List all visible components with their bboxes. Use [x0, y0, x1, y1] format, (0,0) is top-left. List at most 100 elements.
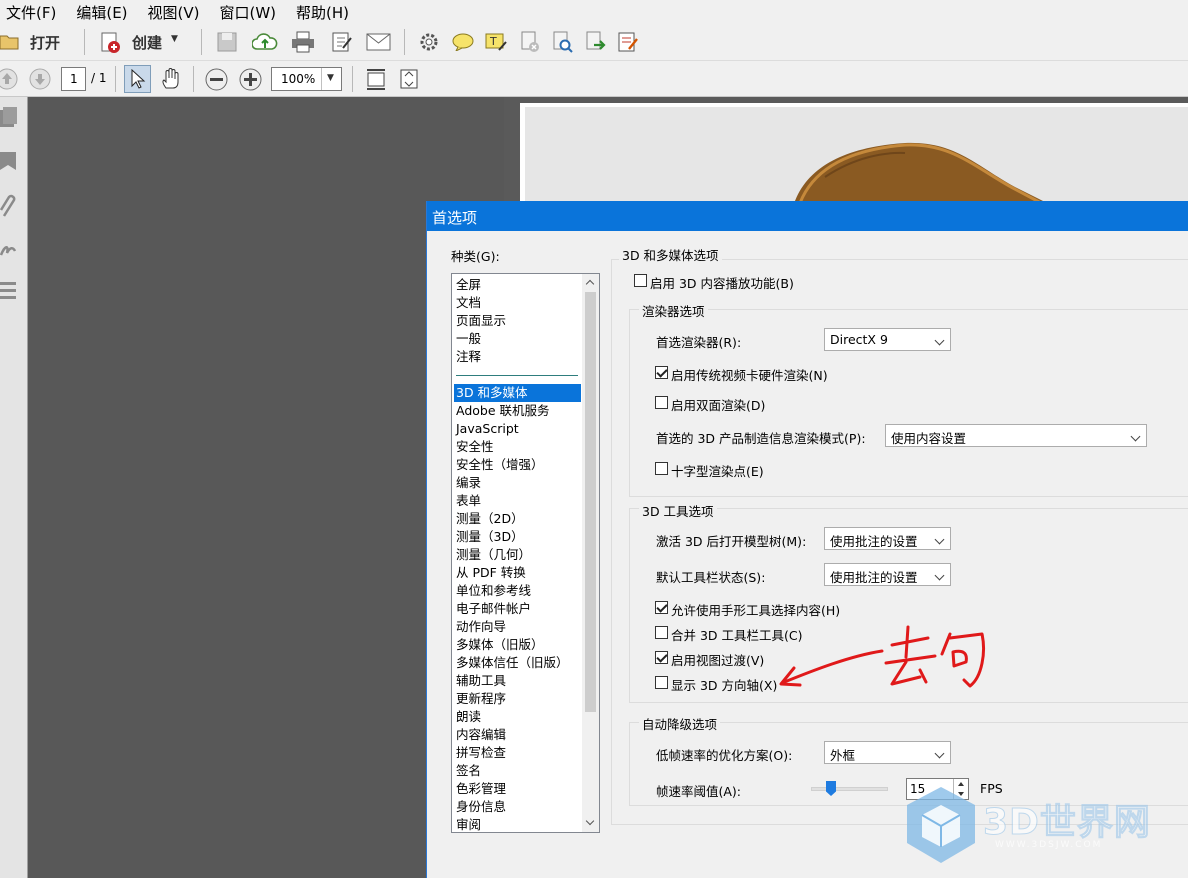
edit-document-icon[interactable] [331, 31, 353, 53]
email-icon[interactable] [366, 33, 391, 51]
category-item-spelling[interactable]: 拼写检查 [454, 744, 581, 762]
category-item-forms[interactable]: 表单 [454, 492, 581, 510]
zoom-in-icon[interactable] [239, 68, 262, 91]
category-item-color-management[interactable]: 色彩管理 [454, 780, 581, 798]
navigation-pane [0, 97, 28, 878]
category-item-convert-from-pdf[interactable]: 从 PDF 转换 [454, 564, 581, 582]
fit-page-icon[interactable] [399, 68, 419, 90]
scroll-down-icon[interactable] [582, 815, 599, 832]
menu-edit[interactable]: 编辑(E) [66, 2, 137, 23]
category-list[interactable]: 全屏 文档 页面显示 一般 注释 3D 和多媒体 Adobe 联机服务 Java… [451, 273, 600, 833]
category-item-signatures[interactable]: 签名 [454, 762, 581, 780]
view-transitions-checkbox[interactable] [655, 651, 668, 664]
fit-width-icon[interactable] [366, 68, 386, 90]
merge-toolbar-checkbox[interactable] [655, 626, 668, 639]
category-item-catalog[interactable]: 编录 [454, 474, 581, 492]
category-item-updater[interactable]: 更新程序 [454, 690, 581, 708]
low-fps-select[interactable]: 外框 [824, 741, 951, 764]
gear-icon[interactable] [419, 32, 439, 52]
category-item-fullscreen[interactable]: 全屏 [454, 276, 581, 294]
pmi-mode-select[interactable]: 使用内容设置 [885, 424, 1147, 447]
pages-thumbnail-icon[interactable] [0, 107, 18, 129]
zoom-combo[interactable]: 100% ▼ [271, 67, 342, 91]
document-search-icon[interactable] [551, 31, 573, 53]
attachment-icon[interactable] [0, 194, 18, 218]
toolbar-state-value: 使用批注的设置 [830, 570, 918, 585]
watermark: 3D世界网 WWW.3DSJW.COM [905, 785, 1185, 865]
next-page-icon[interactable] [29, 68, 51, 90]
category-scrollbar[interactable] [582, 274, 599, 832]
category-item-security-enhanced[interactable]: 安全性（增强） [454, 456, 581, 474]
renderer-group-title: 渲染器选项 [639, 301, 708, 320]
chevron-down-icon [932, 564, 950, 585]
navigation-toolbar: 1 / 1 100% ▼ [0, 61, 1188, 97]
category-item-units-guides[interactable]: 单位和参考线 [454, 582, 581, 600]
hand-tool-icon[interactable] [160, 68, 182, 90]
fps-slider-track[interactable] [811, 787, 888, 791]
category-item-3d-multimedia[interactable]: 3D 和多媒体 [454, 384, 581, 402]
signature-icon[interactable] [0, 237, 18, 259]
select-tool-button[interactable] [124, 65, 151, 93]
watermark-brand: 3D世界网 [983, 802, 1151, 844]
category-item-multimedia-trust[interactable]: 多媒体信任（旧版） [454, 654, 581, 672]
category-item-action-wizard[interactable]: 动作向导 [454, 618, 581, 636]
category-item-measuring-3d[interactable]: 测量（3D） [454, 528, 581, 546]
hand-tool-checkbox[interactable] [655, 601, 668, 614]
category-item-general[interactable]: 一般 [454, 330, 581, 348]
document-export-icon[interactable] [584, 31, 606, 53]
hand-tool-label: 允许使用手形工具选择内容(H) [671, 603, 841, 618]
cloud-upload-icon[interactable] [252, 31, 278, 53]
zoom-out-icon[interactable] [205, 68, 228, 91]
category-item-javascript[interactable]: JavaScript [454, 420, 581, 438]
model-tree-select[interactable]: 使用批注的设置 [824, 527, 951, 550]
create-button[interactable]: 创建 ▼ [97, 28, 185, 56]
menu-help[interactable]: 帮助(H) [286, 2, 359, 23]
toolbar-separator [404, 29, 405, 55]
double-sided-label: 启用双面渲染(D) [671, 398, 766, 413]
comment-icon[interactable] [452, 33, 474, 51]
scroll-thumb[interactable] [585, 292, 596, 712]
form-edit-icon[interactable] [617, 31, 639, 53]
category-item-multimedia-legacy[interactable]: 多媒体（旧版） [454, 636, 581, 654]
show-3d-axis-checkbox[interactable] [655, 676, 668, 689]
layers-icon[interactable] [0, 280, 18, 302]
dialog-title: 首选项 [432, 209, 478, 227]
print-icon[interactable] [291, 31, 315, 53]
menu-view[interactable]: 视图(V) [138, 2, 210, 23]
zoom-dropdown-button[interactable]: ▼ [321, 68, 341, 90]
highlight-text-icon[interactable]: T [485, 32, 507, 52]
previous-page-icon[interactable] [0, 68, 18, 90]
legacy-gpu-checkbox[interactable] [655, 366, 668, 379]
menu-file[interactable]: 文件(F) [0, 2, 66, 23]
page-number-input[interactable]: 1 [61, 67, 86, 91]
cursor-arrow-icon [131, 69, 146, 89]
watermark-url: WWW.3DSJW.COM [995, 840, 1103, 850]
category-item-measuring-geo[interactable]: 测量（几何） [454, 546, 581, 564]
scroll-up-icon[interactable] [582, 274, 599, 291]
category-item-adobe-online[interactable]: Adobe 联机服务 [454, 402, 581, 420]
menu-window[interactable]: 窗口(W) [210, 2, 287, 23]
open-button[interactable]: 打开 [0, 28, 70, 56]
crosshair-checkbox[interactable] [655, 462, 668, 475]
dialog-title-bar[interactable]: 首选项 [427, 201, 1188, 231]
toolbar-state-select[interactable]: 使用批注的设置 [824, 563, 951, 586]
category-item-commenting[interactable]: 注释 [454, 348, 581, 366]
document-remove-icon[interactable] [519, 31, 541, 53]
category-item-content-editing[interactable]: 内容编辑 [454, 726, 581, 744]
preferred-renderer-select[interactable]: DirectX 9 [824, 328, 951, 351]
chevron-down-icon [932, 329, 950, 350]
category-item-accessibility[interactable]: 辅助工具 [454, 672, 581, 690]
category-item-review[interactable]: 审阅 [454, 816, 581, 832]
double-sided-checkbox[interactable] [655, 396, 668, 409]
category-item-security[interactable]: 安全性 [454, 438, 581, 456]
category-item-page-display[interactable]: 页面显示 [454, 312, 581, 330]
pmi-mode-label: 首选的 3D 产品制造信息渲染模式(P): [656, 431, 866, 446]
category-item-read-out-loud[interactable]: 朗读 [454, 708, 581, 726]
bookmark-icon[interactable] [0, 150, 18, 172]
category-item-identity[interactable]: 身份信息 [454, 798, 581, 816]
enable-3d-checkbox[interactable] [634, 274, 647, 287]
category-item-documents[interactable]: 文档 [454, 294, 581, 312]
save-icon[interactable] [216, 31, 238, 53]
category-item-email-accounts[interactable]: 电子邮件帐户 [454, 600, 581, 618]
category-item-measuring-2d[interactable]: 测量（2D） [454, 510, 581, 528]
